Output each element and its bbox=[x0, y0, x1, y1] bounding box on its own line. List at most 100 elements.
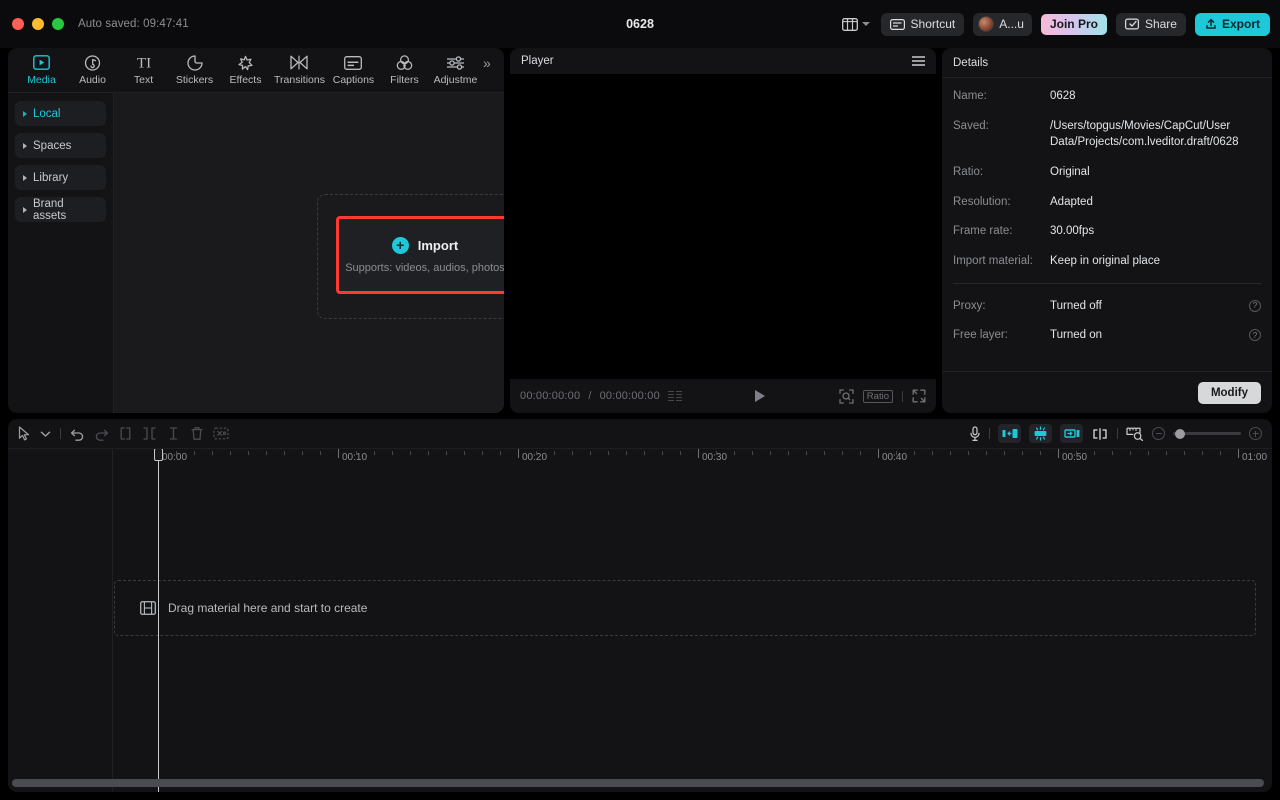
ruler-label: 00:10 bbox=[342, 452, 367, 463]
chevron-down-icon[interactable] bbox=[40, 430, 51, 438]
ruler-tick-minor bbox=[842, 451, 843, 455]
ruler-tick-minor bbox=[626, 451, 627, 455]
ruler-tick-minor bbox=[374, 451, 375, 455]
ruler-tick-minor bbox=[950, 451, 951, 455]
detail-key: Frame rate: bbox=[953, 223, 1050, 240]
timeline-tracks[interactable]: Drag material here and start to create bbox=[113, 471, 1272, 792]
detail-value: /Users/topgus/Movies/CapCut/User Data/Pr… bbox=[1050, 118, 1261, 151]
tab-text[interactable]: TI Text bbox=[118, 49, 169, 91]
zoom-in-icon[interactable] bbox=[1249, 427, 1262, 440]
media-panel: Media Audio TI Text bbox=[8, 48, 504, 413]
chevron-down-icon bbox=[862, 22, 870, 26]
tab-media[interactable]: Media bbox=[16, 49, 67, 91]
minimize-window-button[interactable] bbox=[32, 18, 44, 30]
timecode-grid-icon[interactable] bbox=[668, 391, 682, 402]
detail-key: Name: bbox=[953, 88, 1050, 105]
tab-label: Stickers bbox=[176, 74, 213, 86]
microphone-icon[interactable] bbox=[969, 426, 981, 442]
account-button[interactable]: A...u bbox=[973, 13, 1032, 36]
ruler-tick-minor bbox=[1040, 451, 1041, 455]
details-body: Name: 0628 Saved: /Users/topgus/Movies/C… bbox=[942, 78, 1272, 371]
tab-stickers[interactable]: Stickers bbox=[169, 49, 220, 91]
sidebar-item-library[interactable]: Library bbox=[15, 165, 106, 190]
filters-circles-icon bbox=[396, 54, 413, 71]
playhead[interactable] bbox=[158, 449, 159, 792]
sidebar-item-label: Library bbox=[33, 172, 68, 184]
select-arrow-icon[interactable] bbox=[18, 426, 31, 441]
ratio-button[interactable]: Ratio bbox=[863, 390, 893, 403]
tab-adjustment[interactable]: Adjustme bbox=[430, 49, 481, 91]
fullscreen-icon[interactable] bbox=[912, 389, 926, 403]
auto-fit-icon[interactable] bbox=[1029, 424, 1052, 443]
ruler-tick-minor bbox=[1076, 451, 1077, 455]
ruler-tick-minor bbox=[644, 451, 645, 455]
media-dropzone[interactable]: + Import Supports: videos, audios, photo… bbox=[317, 194, 504, 319]
ruler-tick-minor bbox=[1004, 451, 1005, 455]
undo-icon[interactable] bbox=[70, 427, 85, 441]
tab-label: Filters bbox=[390, 74, 419, 86]
layout-switch-button[interactable] bbox=[840, 15, 872, 34]
join-pro-button[interactable]: Join Pro bbox=[1041, 14, 1107, 35]
close-window-button[interactable] bbox=[12, 18, 24, 30]
tab-filters[interactable]: Filters bbox=[379, 49, 430, 91]
export-button[interactable]: Export bbox=[1195, 13, 1270, 36]
tab-captions[interactable]: Captions bbox=[328, 49, 379, 91]
zoom-slider[interactable] bbox=[1173, 432, 1241, 435]
ruler-tick-minor bbox=[1148, 451, 1149, 455]
player-header: Player bbox=[510, 48, 936, 74]
player-right-controls: Ratio bbox=[839, 389, 926, 404]
delete-icon bbox=[190, 426, 204, 441]
details-panel: Details Name: 0628 Saved: /Users/topgus/… bbox=[942, 48, 1272, 413]
ruler-zoom-icon[interactable] bbox=[1126, 426, 1144, 441]
hamburger-menu-icon[interactable] bbox=[912, 56, 925, 66]
help-icon[interactable]: ? bbox=[1249, 300, 1261, 312]
ruler-tick-minor bbox=[212, 451, 213, 455]
play-icon[interactable] bbox=[755, 390, 765, 402]
sidebar-item-spaces[interactable]: Spaces bbox=[15, 133, 106, 158]
ruler-tick-major bbox=[698, 449, 699, 458]
ruler-tick-major bbox=[518, 449, 519, 458]
shortcut-button[interactable]: Shortcut bbox=[881, 13, 965, 36]
svg-text:TI: TI bbox=[136, 56, 150, 70]
help-icon[interactable]: ? bbox=[1249, 329, 1261, 341]
timeline-ruler[interactable]: 00:0000:1000:2000:3000:4000:5001:00 bbox=[113, 449, 1272, 471]
ruler-tick-minor bbox=[860, 451, 861, 455]
tabs-overflow-button[interactable]: » bbox=[481, 55, 495, 85]
tab-audio[interactable]: Audio bbox=[67, 49, 118, 91]
zoom-slider-handle[interactable] bbox=[1175, 429, 1185, 439]
tab-transitions[interactable]: Transitions bbox=[271, 49, 328, 91]
ruler-label: 00:40 bbox=[882, 452, 907, 463]
clip-end-icon[interactable] bbox=[1060, 424, 1083, 443]
audio-note-icon bbox=[84, 54, 101, 71]
ruler-tick-major bbox=[878, 449, 879, 458]
import-button[interactable]: + Import Supports: videos, audios, photo… bbox=[339, 219, 504, 291]
clip-start-icon[interactable] bbox=[998, 424, 1021, 443]
ruler-tick-minor bbox=[464, 451, 465, 455]
ruler-tick-minor bbox=[770, 451, 771, 455]
ruler-tick-minor bbox=[1220, 451, 1221, 455]
ruler-tick-minor bbox=[320, 451, 321, 455]
zoom-fit-icon[interactable] bbox=[839, 389, 854, 404]
modify-button[interactable]: Modify bbox=[1198, 382, 1261, 404]
sidebar-item-brand-assets[interactable]: Brand assets bbox=[15, 197, 106, 222]
timeline-canvas[interactable]: 00:0000:1000:2000:3000:4000:5001:00 Drag… bbox=[113, 449, 1272, 792]
playhead-handle[interactable] bbox=[154, 449, 163, 461]
ruler-label: 00:20 bbox=[522, 452, 547, 463]
ruler-tick-minor bbox=[356, 451, 357, 455]
share-button[interactable]: Share bbox=[1116, 13, 1186, 36]
text-ti-icon: TI bbox=[133, 54, 155, 71]
plus-icon: + bbox=[392, 237, 409, 254]
share-label: Share bbox=[1145, 17, 1177, 31]
snap-icon[interactable] bbox=[1091, 427, 1109, 441]
detail-value: Turned off bbox=[1050, 298, 1249, 315]
ruler-tick-minor bbox=[1184, 451, 1185, 455]
sidebar-item-local[interactable]: Local bbox=[15, 101, 106, 126]
player-current-time: 00:00:00:00 bbox=[520, 390, 580, 402]
zoom-out-icon[interactable] bbox=[1152, 427, 1165, 440]
tab-effects[interactable]: Effects bbox=[220, 49, 271, 91]
maximize-window-button[interactable] bbox=[52, 18, 64, 30]
timeline-horizontal-scrollbar[interactable] bbox=[12, 779, 1264, 787]
drag-material-dropzone[interactable]: Drag material here and start to create bbox=[114, 580, 1256, 636]
sticker-icon bbox=[187, 54, 203, 71]
player-stage[interactable] bbox=[510, 74, 936, 379]
